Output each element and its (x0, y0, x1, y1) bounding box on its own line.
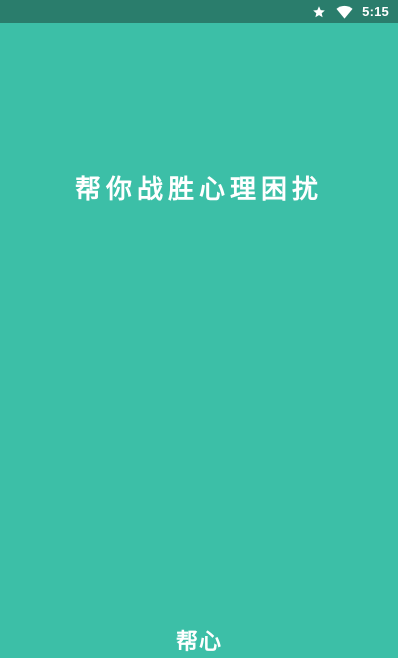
app-name: 帮心 (175, 630, 222, 655)
star-icon (312, 0, 326, 23)
splash-screen: 5:15 帮你战胜心理困扰 帮心 (0, 0, 398, 658)
slogan-text: 帮你战胜心理困扰 (74, 175, 323, 205)
status-bar: 5:15 (0, 0, 398, 23)
wifi-icon (336, 0, 353, 23)
status-time: 5:15 (362, 4, 389, 19)
